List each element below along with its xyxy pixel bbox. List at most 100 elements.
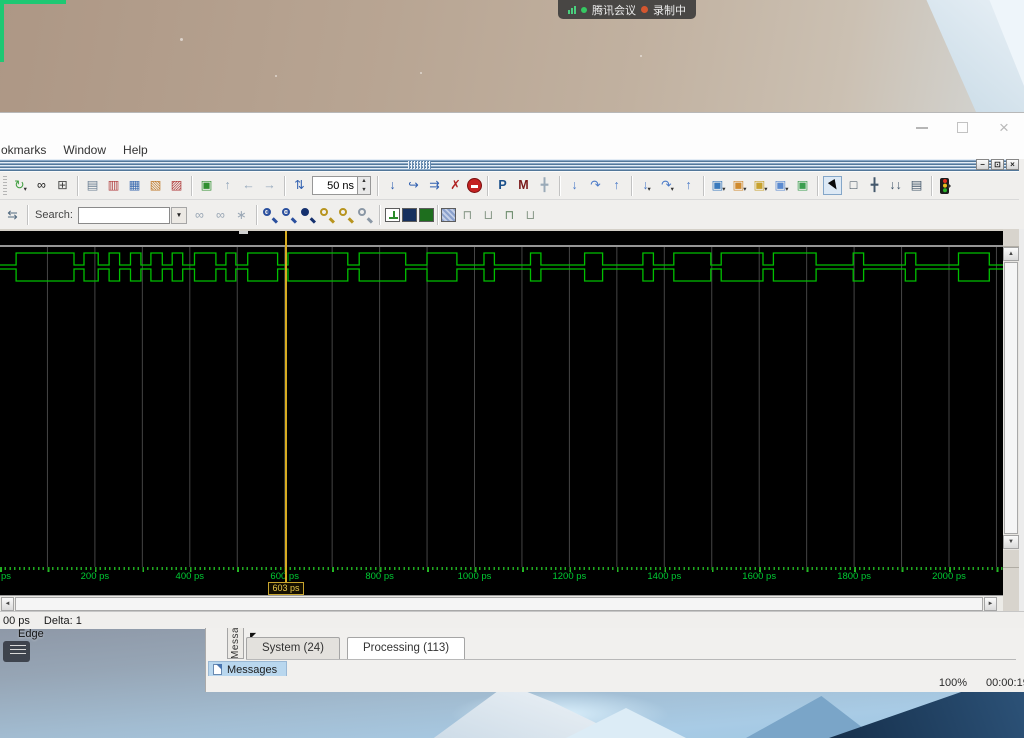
wave-expand-icon[interactable]: ▤ <box>907 176 926 195</box>
cursor-time-badge[interactable]: 603 ps <box>268 582 304 595</box>
pane-close-button[interactable]: × <box>1006 159 1019 170</box>
next-falling-edge-icon[interactable]: ⊔ <box>521 206 540 225</box>
screenshare-border-left <box>0 0 4 62</box>
wave-pane: 603 ps ▲ ▼ ps200 ps400 ps600 ps800 ps100… <box>0 229 1024 629</box>
recording-label: 录制中 <box>653 2 686 18</box>
search-dropdown-button[interactable]: ▼ <box>171 207 187 224</box>
run-length-input[interactable] <box>313 177 357 194</box>
lock-cursor-icon[interactable] <box>402 208 417 222</box>
tab-processing[interactable]: Processing (113) <box>347 637 465 659</box>
view-memory-icon[interactable]: ▦ <box>125 176 144 195</box>
dock-handle-bar[interactable]: − ⊡ × <box>0 159 1019 171</box>
horizontal-scrollbar[interactable]: ◄ ► <box>0 595 1003 611</box>
time-cursor-line[interactable] <box>285 231 287 583</box>
vertical-scrollbar-thumb[interactable] <box>1004 262 1018 534</box>
copy-icon[interactable]: ▣ <box>197 176 216 195</box>
window-close-button[interactable]: × <box>990 120 1018 135</box>
stop-icon[interactable] <box>467 178 482 193</box>
waveform-canvas[interactable] <box>0 229 1003 567</box>
add-to-dataflow-icon[interactable]: ▣▾ <box>772 176 791 195</box>
delete-icon[interactable]: ▨ <box>167 176 186 195</box>
dock-toggle-icon[interactable]: ⇆ <box>3 206 22 225</box>
window-minimize-button[interactable] <box>908 120 936 135</box>
toolbar-grip[interactable] <box>3 176 7 196</box>
prev-event-icon[interactable]: ↑ <box>679 176 698 195</box>
next-event-icon[interactable]: ↓▾ <box>637 176 656 195</box>
menu-item-bookmarks[interactable]: okmarks <box>1 143 46 157</box>
zoom-mode-icon[interactable]: □ <box>844 176 863 195</box>
edit-mode-icon[interactable]: ↓↓ <box>886 176 905 195</box>
add-to-wave-icon[interactable]: ▣▾ <box>709 176 728 195</box>
grid-settings-icon[interactable] <box>441 208 456 222</box>
pan-mode-icon[interactable]: ╋ <box>865 176 884 195</box>
zoom-full-icon[interactable] <box>300 207 317 224</box>
compile-out-of-date-icon[interactable]: ▧ <box>146 176 165 195</box>
crosshair-icon[interactable]: ╋ <box>535 176 554 195</box>
edge-desktop-icon-label[interactable]: Edge <box>18 628 44 640</box>
run-icon[interactable]: ↓ <box>383 176 402 195</box>
title-bar[interactable]: × <box>0 113 1024 141</box>
horizontal-scrollbar-thumb[interactable] <box>15 597 983 611</box>
timeline-ruler[interactable]: ps200 ps400 ps600 ps800 ps1000 ps1200 ps… <box>0 567 1003 582</box>
desktop-widget-icon[interactable] <box>3 641 30 662</box>
step-over-icon[interactable]: ↷ <box>586 176 605 195</box>
continue-run-icon[interactable]: ↪ <box>404 176 423 195</box>
pane-minimize-button[interactable]: − <box>976 159 989 170</box>
messages-vertical-tab[interactable]: Messa <box>227 628 244 659</box>
open-dataset-icon[interactable]: ▤ <box>83 176 102 195</box>
menu-item-window[interactable]: Window <box>63 143 106 157</box>
toolbar-separator <box>284 176 285 196</box>
cursor-top-handle[interactable] <box>239 231 248 234</box>
meeting-status-bar[interactable]: 腾讯会议 录制中 <box>558 0 696 19</box>
scroll-right-button[interactable]: ► <box>984 597 997 611</box>
insert-cursor-icon[interactable] <box>385 208 400 222</box>
add-to-list-icon[interactable]: ▣▾ <box>730 176 749 195</box>
stop-sim-traffic-light-icon[interactable] <box>940 178 949 194</box>
add-to-schematic-icon[interactable]: ▣ <box>793 176 812 195</box>
previous-falling-edge-icon[interactable]: ⊓ <box>458 206 477 225</box>
run-all-icon[interactable]: ⇉ <box>425 176 444 195</box>
window-maximize-button[interactable] <box>948 120 976 135</box>
nav-back-icon[interactable]: ← <box>239 176 258 195</box>
nav-forward-icon[interactable]: → <box>260 176 279 195</box>
refresh-icon[interactable]: ↻▾ <box>11 176 30 195</box>
run-length-spinner[interactable]: ▲▼ <box>357 177 370 194</box>
panel-status-bar: 100% 00:00:19 <box>206 676 1024 692</box>
restart-step-icon[interactable]: ↷▾ <box>658 176 677 195</box>
run-length-field-group: ▲▼ <box>312 176 371 195</box>
toolbar-row-1: ↻▾∞⊞▤▥▦▧▨▣↑←→⇅▲▼↓↪⇉✗PM╋↓↷↑↓▾↷▾↑▣▾▣▾▣▾▣▾▣… <box>0 171 1019 200</box>
previous-rising-edge-icon[interactable]: ⊔ <box>479 206 498 225</box>
find-previous-icon[interactable]: ∞ <box>211 206 230 225</box>
performance-profiling-icon[interactable]: P <box>493 176 512 195</box>
menu-item-help[interactable]: Help <box>123 143 148 157</box>
zoom-cursor-icon[interactable] <box>338 207 355 224</box>
step-out-icon[interactable]: ↑ <box>607 176 626 195</box>
pane-undock-button[interactable]: ⊡ <box>991 159 1004 170</box>
find-icon[interactable]: ∞ <box>32 176 51 195</box>
search-input[interactable] <box>78 207 170 224</box>
break-icon[interactable]: ✗ <box>446 176 465 195</box>
dock-grip[interactable] <box>408 161 432 169</box>
move-up-icon[interactable]: ↑ <box>218 176 237 195</box>
next-rising-edge-icon[interactable]: ⊓ <box>500 206 519 225</box>
find-options-icon[interactable]: ∗ <box>232 206 251 225</box>
scroll-up-button[interactable]: ▲ <box>1003 247 1019 261</box>
edit-source-icon[interactable]: ▥ <box>104 176 123 195</box>
step-into-icon[interactable]: ↓ <box>565 176 584 195</box>
cursor-color-icon[interactable] <box>419 208 434 222</box>
find-next-icon[interactable]: ∞ <box>190 206 209 225</box>
online-dot-icon <box>581 7 587 13</box>
restore-run-length-icon[interactable]: ⇅ <box>290 176 309 195</box>
memory-profiling-icon[interactable]: M <box>514 176 533 195</box>
expand-hierarchy-icon[interactable]: ⊞ <box>53 176 72 195</box>
zoom-out-icon[interactable]: − <box>281 207 298 224</box>
zoom-others-icon[interactable] <box>357 207 374 224</box>
vertical-scrollbar[interactable]: ▲ ▼ <box>1003 229 1019 567</box>
tab-system[interactable]: System (24) <box>246 637 340 659</box>
scroll-left-button[interactable]: ◄ <box>1 597 14 611</box>
zoom-in-on-active-cursor-icon[interactable] <box>319 207 336 224</box>
select-mode-icon[interactable] <box>823 176 842 195</box>
scroll-down-button[interactable]: ▼ <box>1003 535 1019 549</box>
zoom-in-icon[interactable]: + <box>262 207 279 224</box>
add-to-log-icon[interactable]: ▣▾ <box>751 176 770 195</box>
